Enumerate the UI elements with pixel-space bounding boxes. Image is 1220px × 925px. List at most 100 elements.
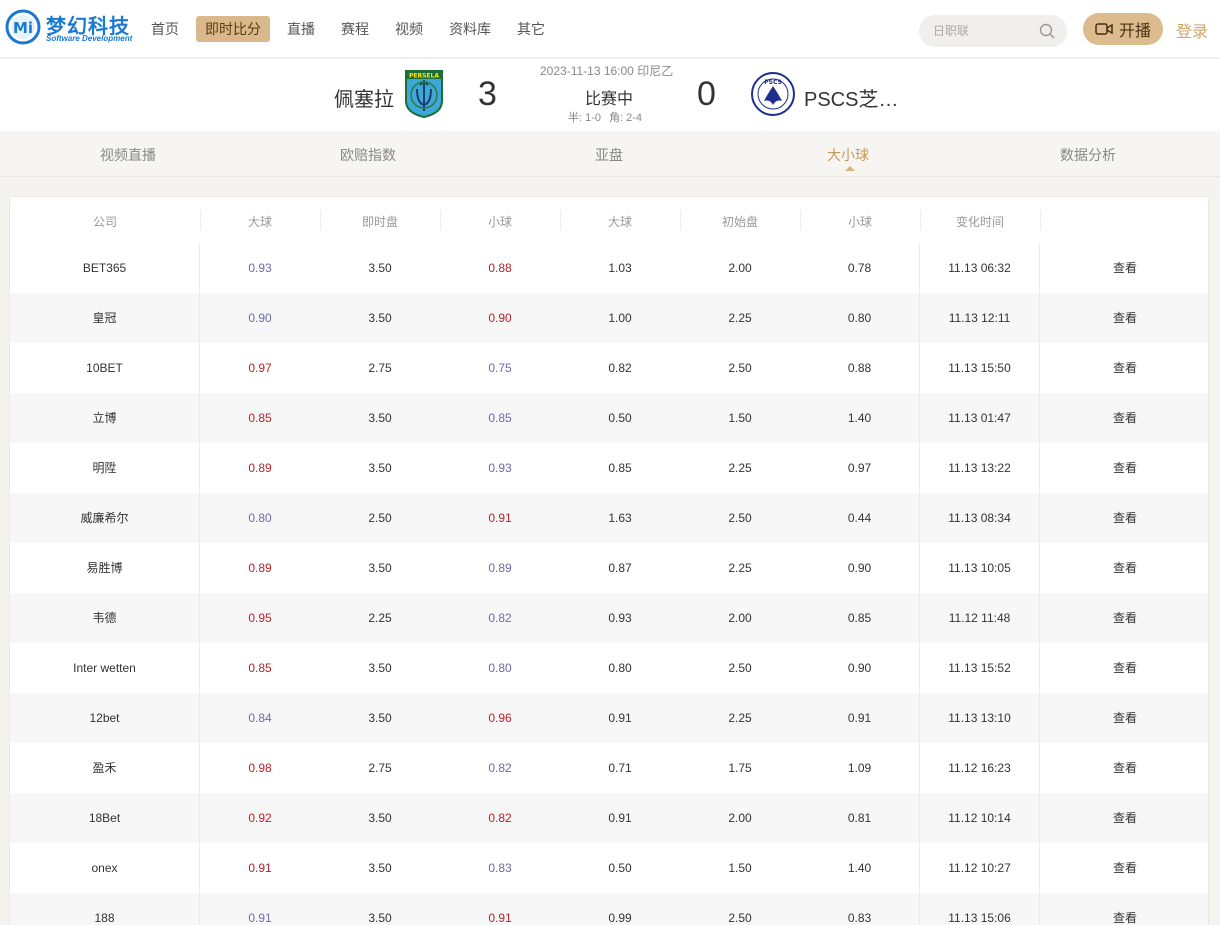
live-under-odds: 0.89 xyxy=(488,561,512,575)
view-details-button[interactable]: 查看 xyxy=(1040,593,1208,643)
tab-over-under[interactable]: 大小球 xyxy=(827,145,869,165)
nav-item-other[interactable]: 其它 xyxy=(508,16,554,42)
view-details-button[interactable]: 查看 xyxy=(1040,543,1208,593)
change-time: 11.13 08:34 xyxy=(920,493,1040,543)
company-cell: Inter wetten xyxy=(10,643,200,693)
table-row: 10BET 0.97 2.75 0.75 0.82 2.50 0.88 11.13 15:50… xyxy=(10,343,1208,393)
change-time: 11.13 13:10 xyxy=(920,693,1040,743)
change-time: 11.13 13:22 xyxy=(920,443,1040,493)
table-row: 易胜博 0.89 3.50 0.89 0.87 2.25 0.90 11.13 10:05 查看 xyxy=(10,543,1208,593)
view-details-button[interactable]: 查看 xyxy=(1040,643,1208,693)
company-cell: BET365 xyxy=(10,243,200,293)
header-change-time: 变化时间 xyxy=(955,215,1004,229)
brand-logo[interactable]: Mi 梦幻科技 Software Development xyxy=(4,8,132,48)
live-line: 3.50 xyxy=(368,711,392,725)
live-over-odds: 0.93 xyxy=(248,261,272,275)
table-row: 皇冠 0.90 3.50 0.90 1.00 2.25 0.80 11.13 12:11 查看 xyxy=(10,293,1208,343)
odds-table: 公司 大球 即时盘 小球 大球 初始盘 小球 变化时间 BET365 0.93 3.… xyxy=(9,196,1209,925)
live-line: 2.75 xyxy=(368,361,392,375)
company-cell: 威廉希尔 xyxy=(10,493,200,543)
view-details-button[interactable]: 查看 xyxy=(1040,343,1208,393)
view-details-button[interactable]: 查看 xyxy=(1040,393,1208,443)
initial-under-odds: 0.81 xyxy=(800,793,920,843)
live-line: 3.50 xyxy=(368,911,392,925)
initial-over-odds: 0.71 xyxy=(608,761,632,775)
login-link[interactable]: 登录 xyxy=(1176,18,1208,42)
initial-over-odds: 0.82 xyxy=(608,361,632,375)
tab-video-live[interactable]: 视频直播 xyxy=(100,145,156,165)
company-cell: 10BET xyxy=(10,343,200,393)
home-team-crest-icon[interactable]: PERSELA xyxy=(404,69,444,119)
initial-line: 1.50 xyxy=(728,861,752,875)
away-team-crest-icon[interactable]: PSCS xyxy=(750,71,796,117)
initial-under-odds: 0.90 xyxy=(800,643,920,693)
table-row: Inter wetten 0.85 3.50 0.80 0.80 2.50 0.90 11.1… xyxy=(10,643,1208,693)
home-crest-text: PERSELA xyxy=(409,73,439,80)
initial-under-odds: 0.91 xyxy=(800,693,920,743)
change-time: 11.13 15:50 xyxy=(920,343,1040,393)
initial-line: 2.00 xyxy=(728,811,752,825)
header-company: 公司 xyxy=(92,215,117,229)
live-under-odds: 0.83 xyxy=(488,861,512,875)
tab-asian-handicap[interactable]: 亚盘 xyxy=(595,145,623,165)
nav-item-live[interactable]: 直播 xyxy=(278,16,324,42)
change-time: 11.12 10:27 xyxy=(920,843,1040,893)
live-under-odds: 0.91 xyxy=(488,511,512,525)
initial-line: 2.00 xyxy=(728,611,752,625)
live-line: 3.50 xyxy=(368,661,392,675)
home-team-name[interactable]: 佩塞拉 xyxy=(334,83,394,112)
view-details-button[interactable]: 查看 xyxy=(1040,293,1208,343)
change-time: 11.13 15:06 xyxy=(920,893,1040,925)
view-details-button[interactable]: 查看 xyxy=(1040,243,1208,293)
away-score: 0 xyxy=(697,75,716,113)
view-details-button[interactable]: 查看 xyxy=(1040,693,1208,743)
table-row: BET365 0.93 3.50 0.88 1.03 2.00 0.78 11.13 06:3… xyxy=(10,243,1208,293)
view-details-button[interactable]: 查看 xyxy=(1040,443,1208,493)
tab-euro-odds[interactable]: 欧赔指数 xyxy=(340,145,396,165)
live-line: 3.50 xyxy=(368,311,392,325)
change-time: 11.13 15:52 xyxy=(920,643,1040,693)
initial-under-odds: 0.90 xyxy=(800,543,920,593)
view-details-button[interactable]: 查看 xyxy=(1040,793,1208,843)
nav-item-schedule[interactable]: 赛程 xyxy=(332,16,378,42)
view-details-button[interactable]: 查看 xyxy=(1040,893,1208,925)
live-line: 2.25 xyxy=(368,611,392,625)
view-details-button[interactable]: 查看 xyxy=(1040,843,1208,893)
company-cell: 12bet xyxy=(10,693,200,743)
header-initial-line: 初始盘 xyxy=(721,215,758,229)
view-details-button[interactable]: 查看 xyxy=(1040,743,1208,793)
live-under-odds: 0.96 xyxy=(488,711,512,725)
match-meta: 半: 1-0 角: 2-4 xyxy=(568,109,650,125)
company-cell: onex xyxy=(10,843,200,893)
header-initial-over: 大球 xyxy=(607,215,632,229)
initial-over-odds: 0.93 xyxy=(608,611,632,625)
search-input[interactable] xyxy=(933,15,1033,47)
half-time-score: 半: 1-0 xyxy=(568,112,602,124)
live-over-odds: 0.90 xyxy=(248,311,272,325)
live-under-odds: 0.82 xyxy=(488,611,512,625)
live-under-odds: 0.82 xyxy=(488,811,512,825)
tab-data-analysis[interactable]: 数据分析 xyxy=(1060,145,1116,165)
initial-under-odds: 1.09 xyxy=(800,743,920,793)
live-over-odds: 0.80 xyxy=(248,511,272,525)
table-row: onex 0.91 3.50 0.83 0.50 1.50 1.40 11.12 10:27 查… xyxy=(10,843,1208,893)
go-live-label: 开播 xyxy=(1118,23,1151,40)
initial-over-odds: 1.03 xyxy=(608,261,632,275)
header-initial-under: 小球 xyxy=(847,215,872,229)
view-details-button[interactable]: 查看 xyxy=(1040,493,1208,543)
search-icon[interactable] xyxy=(1039,23,1055,39)
initial-under-odds: 0.44 xyxy=(800,493,920,543)
live-over-odds: 0.89 xyxy=(248,561,272,575)
live-over-odds: 0.92 xyxy=(248,811,272,825)
nav-item-video[interactable]: 视频 xyxy=(386,16,432,42)
nav-item-database[interactable]: 资料库 xyxy=(440,16,500,42)
live-over-odds: 0.89 xyxy=(248,461,272,475)
away-team-name[interactable]: PSCS芝… xyxy=(804,83,898,112)
live-line: 3.50 xyxy=(368,461,392,475)
go-live-button[interactable]: 开播 xyxy=(1083,13,1163,45)
initial-line: 2.50 xyxy=(728,911,752,925)
initial-line: 1.50 xyxy=(728,411,752,425)
nav-item-home[interactable]: 首页 xyxy=(142,16,188,42)
header-live-over: 大球 xyxy=(247,215,272,229)
nav-item-live-score[interactable]: 即时比分 xyxy=(196,16,270,42)
